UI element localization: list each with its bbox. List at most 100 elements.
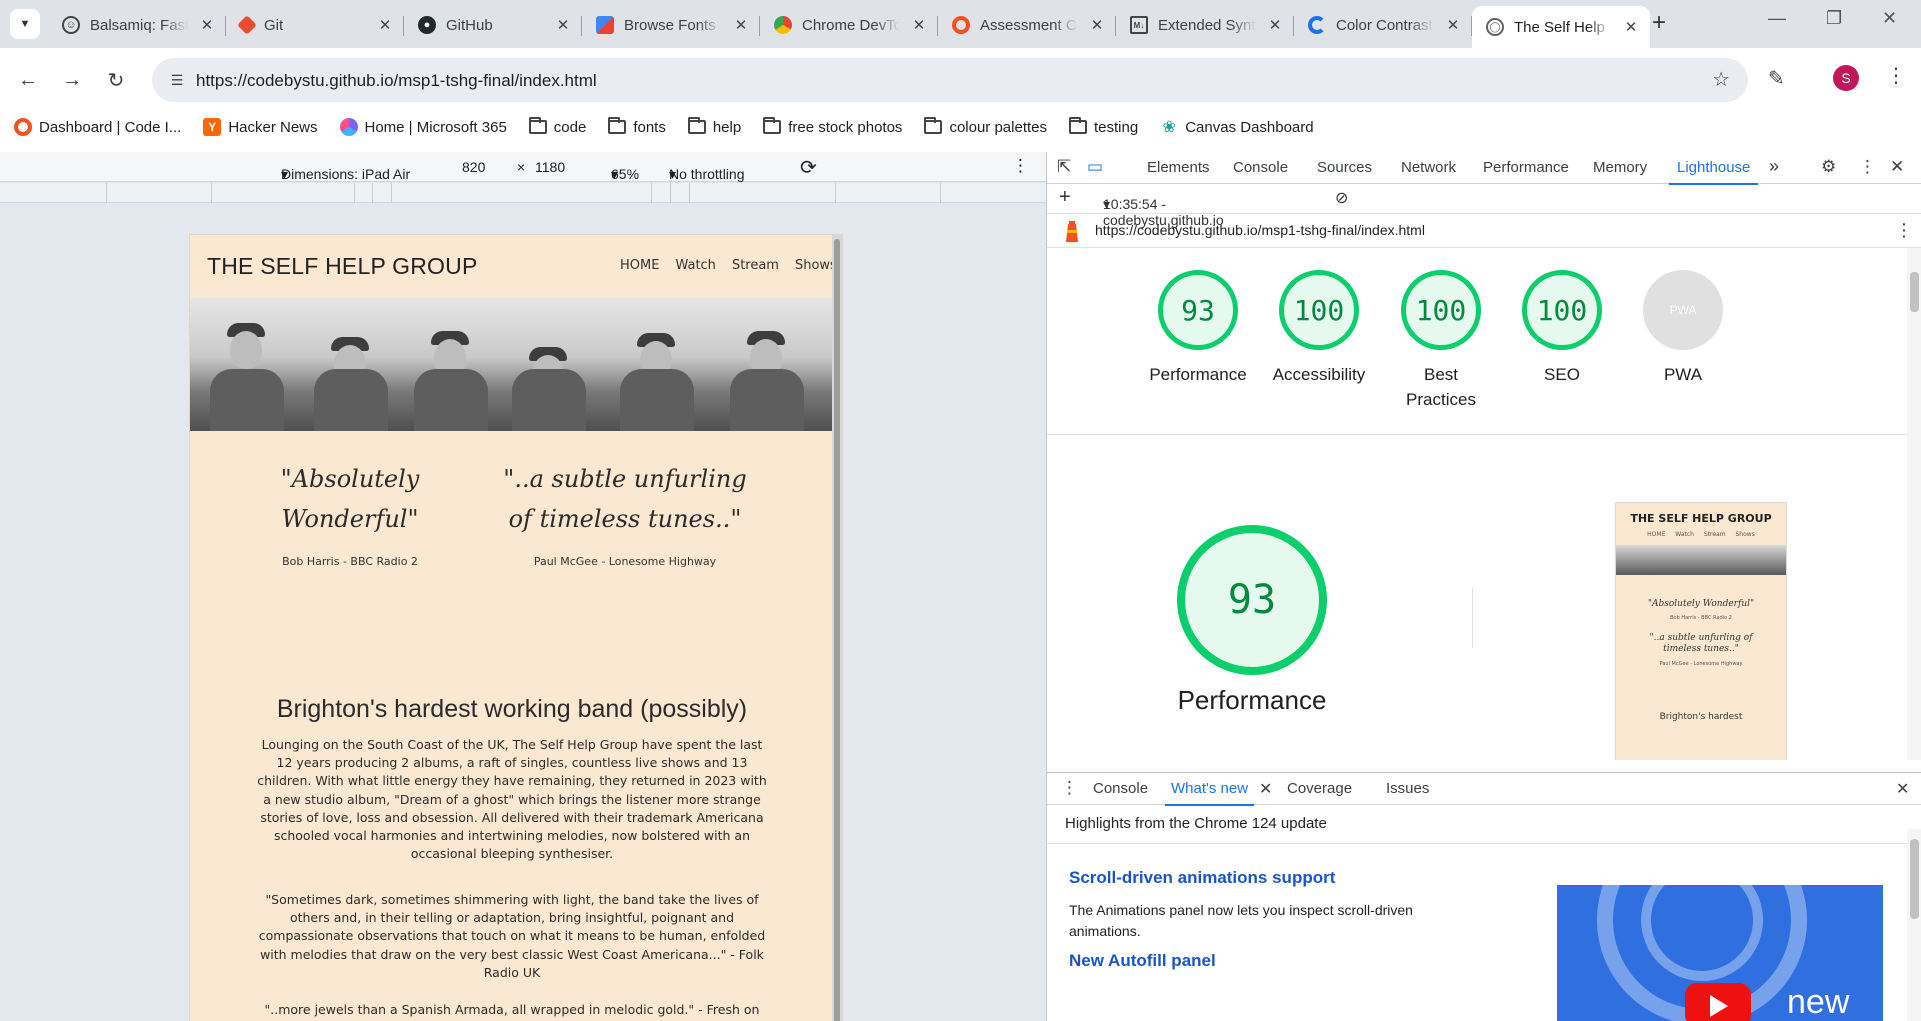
browser-tab[interactable]: ● GitHub ✕ xyxy=(404,6,582,44)
bookmark-item[interactable]: ❀ Canvas Dashboard xyxy=(1160,118,1314,137)
score-label: Performance xyxy=(1149,365,1247,384)
site-info-icon[interactable]: ☰ xyxy=(162,65,192,95)
page-screenshot-thumbnail[interactable]: THE SELF HELP GROUP HOME Watch Stream Sh… xyxy=(1615,502,1787,760)
close-icon[interactable]: ✕ xyxy=(732,16,750,34)
tab-search-button[interactable]: ▼ xyxy=(10,9,40,39)
close-devtools-icon[interactable]: ✕ xyxy=(1890,157,1904,177)
reload-button[interactable]: ↻ xyxy=(102,66,130,94)
device-toolbar-menu-icon[interactable]: ⋮ xyxy=(1012,156,1029,176)
more-tabs-icon[interactable]: » xyxy=(1769,156,1779,177)
browser-tab[interactable]: Browse Fonts ✕ xyxy=(582,6,760,44)
bookmark-star-icon[interactable]: ☆ xyxy=(1712,67,1730,92)
drawer-tab-coverage[interactable]: Coverage xyxy=(1287,780,1352,797)
whats-new-item-title[interactable]: New Autofill panel xyxy=(1069,951,1216,971)
new-tab-button[interactable]: + xyxy=(1652,10,1666,36)
gauge-accessibility[interactable]: 100 Accessibility xyxy=(1259,270,1379,387)
settings-gear-icon[interactable]: ⚙ xyxy=(1821,157,1836,177)
nav-home[interactable]: HOME xyxy=(620,258,659,273)
gauge-seo[interactable]: 100 SEO xyxy=(1502,270,1622,387)
report-url[interactable]: https://codebystu.github.io/msp1-tshg-fi… xyxy=(1095,222,1425,238)
tab-elements[interactable]: Elements xyxy=(1147,159,1210,176)
drawer-tab-issues[interactable]: Issues xyxy=(1386,780,1429,797)
report-scrollbar[interactable] xyxy=(1907,248,1921,760)
close-icon[interactable]: ✕ xyxy=(554,16,572,34)
back-button[interactable]: ← xyxy=(14,66,42,94)
bookmark-item[interactable]: Home | Microsoft 365 xyxy=(339,118,507,136)
url-text[interactable]: https://codebystu.github.io/msp1-tshg-fi… xyxy=(196,71,597,91)
quote-2-source: Paul McGee - Lonesome Highway xyxy=(533,555,717,568)
drawer-menu-icon[interactable]: ⋮ xyxy=(1061,778,1078,798)
close-icon[interactable]: ✕ xyxy=(376,16,394,34)
gauge-performance[interactable]: 93 Performance xyxy=(1138,270,1258,387)
bookmark-label: Home | Microsoft 365 xyxy=(364,118,507,136)
tab-title: Balsamiq: Fast xyxy=(90,16,188,34)
tab-sources[interactable]: Sources xyxy=(1317,159,1372,176)
bookmark-folder[interactable]: testing xyxy=(1069,117,1138,136)
band-paragraph-3: "..more jewels than a Spanish Armada, al… xyxy=(264,1002,760,1021)
close-icon[interactable]: ✕ xyxy=(1622,18,1640,36)
quote-1: "Absolutely Wonderful" xyxy=(280,465,420,533)
bookmark-folder[interactable]: help xyxy=(687,117,741,136)
browser-tab[interactable]: M↓ Extended Syntax ✕ xyxy=(1116,6,1294,44)
drawer-tab-whats-new[interactable]: What's new xyxy=(1164,780,1255,806)
new-report-icon[interactable]: + xyxy=(1059,186,1071,209)
extensions-icon[interactable]: ✎ xyxy=(1768,66,1785,91)
bookmark-item[interactable]: Dashboard | Code I... xyxy=(14,118,181,136)
bookmark-label: fonts xyxy=(633,118,666,136)
devtools-menu-icon[interactable]: ⋮ xyxy=(1859,157,1876,177)
whats-new-video-thumbnail[interactable]: new xyxy=(1557,885,1883,1021)
browser-tab[interactable]: ☺ Balsamiq: Fast ✕ xyxy=(48,6,226,44)
close-icon[interactable]: ✕ xyxy=(1088,16,1106,34)
drawer-scrollbar[interactable] xyxy=(1907,829,1921,1021)
browser-tab[interactable]: Git ✕ xyxy=(226,6,404,44)
drawer-tab-console[interactable]: Console xyxy=(1093,780,1148,797)
tab-performance[interactable]: Performance xyxy=(1483,159,1569,176)
close-window-icon[interactable]: ✕ xyxy=(1882,8,1897,29)
rotate-icon[interactable]: ⟳ xyxy=(800,155,817,180)
gauge-pwa[interactable]: PWA PWA xyxy=(1623,270,1743,387)
restore-icon[interactable]: ❐ xyxy=(1826,8,1842,29)
browser-tab[interactable]: Color Contrast ✕ xyxy=(1294,6,1472,44)
media-query-ruler[interactable] xyxy=(0,183,1046,203)
browser-tab[interactable]: Chrome DevTools ✕ xyxy=(760,6,938,44)
close-icon[interactable]: ✕ xyxy=(1259,779,1272,799)
gauge-best-practices[interactable]: 100 Best Practices xyxy=(1381,270,1501,412)
tab-network[interactable]: Network xyxy=(1401,159,1456,176)
device-width-input[interactable]: 820 xyxy=(462,159,485,175)
bookmark-item[interactable]: Y Hacker News xyxy=(203,118,318,136)
profile-avatar[interactable]: S xyxy=(1833,65,1859,91)
nav-shows[interactable]: Shows xyxy=(795,258,837,273)
bookmark-folder[interactable]: fonts xyxy=(608,117,666,136)
report-menu-icon[interactable]: ⋮ xyxy=(1895,220,1913,241)
bookmark-folder[interactable]: code xyxy=(528,117,586,136)
page-scrollbar[interactable] xyxy=(832,235,842,1021)
nav-watch[interactable]: Watch xyxy=(675,258,715,273)
tab-console[interactable]: Console xyxy=(1233,159,1288,176)
whats-new-item-title[interactable]: Scroll-driven animations support xyxy=(1069,868,1335,888)
score-value: 93 xyxy=(1158,270,1238,350)
lighthouse-icon xyxy=(1066,221,1078,242)
tab-memory[interactable]: Memory xyxy=(1593,159,1647,176)
close-icon[interactable]: ✕ xyxy=(910,16,928,34)
browser-menu-icon[interactable]: ⋮ xyxy=(1886,63,1906,88)
site-title[interactable]: THE SELF HELP GROUP xyxy=(207,253,478,280)
close-icon[interactable]: ✕ xyxy=(1444,16,1462,34)
tab-list: ☺ Balsamiq: Fast ✕ Git ✕ ● GitHub ✕ Brow… xyxy=(48,6,1650,48)
device-toggle-icon[interactable]: ▭ xyxy=(1087,157,1103,177)
address-bar[interactable]: ☰ https://codebystu.github.io/msp1-tshg-… xyxy=(152,58,1748,102)
bookmark-folder[interactable]: free stock photos xyxy=(763,117,902,136)
bookmark-folder[interactable]: colour palettes xyxy=(924,117,1047,136)
nav-stream[interactable]: Stream xyxy=(732,258,779,273)
browser-tab[interactable]: Assessment C ✕ xyxy=(938,6,1116,44)
score-label: Best Practices xyxy=(1406,365,1476,409)
forward-button[interactable]: → xyxy=(58,66,86,94)
minimize-icon[interactable]: — xyxy=(1768,8,1786,29)
browser-tab-active[interactable]: ◯ The Self Help ✕ xyxy=(1472,6,1650,48)
close-drawer-icon[interactable]: ✕ xyxy=(1896,779,1909,799)
close-icon[interactable]: ✕ xyxy=(198,16,216,34)
tab-lighthouse[interactable]: Lighthouse xyxy=(1668,159,1759,185)
inspect-element-icon[interactable]: ⇱ xyxy=(1057,157,1071,177)
clear-reports-icon[interactable]: ⊘ xyxy=(1335,188,1348,208)
device-height-input[interactable]: 1180 xyxy=(535,159,565,175)
close-icon[interactable]: ✕ xyxy=(1266,16,1284,34)
